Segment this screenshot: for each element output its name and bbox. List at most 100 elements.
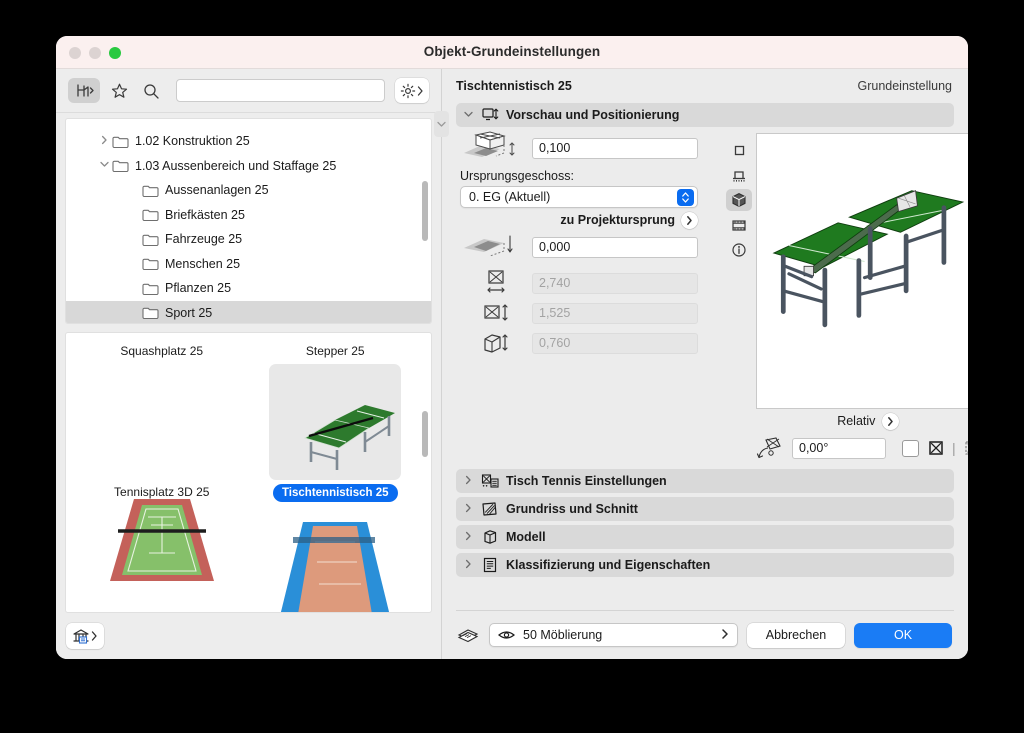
section-label: Grundriss und Schnitt: [506, 502, 638, 516]
section-header-model[interactable]: Modell: [456, 525, 954, 549]
relative-label: Relativ: [837, 414, 875, 428]
rotation-input[interactable]: 0,00°: [792, 438, 886, 459]
tree-item[interactable]: Menschen 25: [66, 252, 431, 277]
tree-item[interactable]: Pflanzen 25: [66, 276, 431, 301]
search-icon[interactable]: [138, 78, 164, 103]
home-story-select[interactable]: 0. EG (Aktuell): [460, 186, 698, 208]
section-header-classification[interactable]: Klassifizierung und Eigenschaften: [456, 553, 954, 577]
tree-item[interactable]: Fahrzeuge 25: [66, 227, 431, 252]
symbol-2d-icon[interactable]: [726, 139, 752, 161]
tree-item[interactable]: Aussenanlagen 25: [66, 178, 431, 203]
star-icon[interactable]: [106, 78, 132, 103]
rotation-angle-icon: [756, 440, 784, 457]
panel-collapse-handle[interactable]: [434, 111, 449, 137]
filmstrip-icon[interactable]: [726, 214, 752, 236]
home-story-value: 0. EG (Aktuell): [469, 190, 550, 204]
chevron-right-icon[interactable]: [96, 135, 112, 148]
preview-position-content: 0,100 Ursprungsgeschoss: 0. EG (Aktuell): [456, 133, 954, 463]
track-thumbnail: [269, 502, 401, 613]
mirror-checkbox[interactable]: [902, 440, 919, 457]
3d-preview-canvas[interactable]: [756, 133, 968, 409]
furniture-browse-icon[interactable]: [68, 78, 100, 103]
elevation-to-story-icon: [460, 131, 532, 165]
preview-position-icon: [480, 107, 499, 124]
preview-main: Relativ: [756, 133, 968, 463]
object-settings-window: Objekt-Grundeinstellungen: [56, 36, 968, 659]
tennis-court-thumbnail: [96, 505, 228, 613]
floorplan-section-icon: [480, 501, 499, 518]
folder-tree-container[interactable]: 1.02 Konstruktion 251.03 Aussenbereich u…: [65, 118, 432, 324]
section-header-table-tennis-settings[interactable]: Tisch Tennis Einstellungen: [456, 469, 954, 493]
thumbnail-cell[interactable]: Tennisplatz 3D 25: [82, 480, 242, 613]
chevron-down-icon[interactable]: [96, 160, 112, 171]
window-title: Objekt-Grundeinstellungen: [56, 44, 968, 59]
layer-select[interactable]: 50 Möblierung: [489, 623, 738, 647]
chevron-right-icon[interactable]: [681, 212, 698, 229]
tree-item-label: Fahrzeuge 25: [165, 232, 242, 246]
tree-item[interactable]: 1.02 Konstruktion 25: [66, 129, 431, 154]
preview-area: Relativ: [722, 133, 968, 463]
height-row: 1,525: [460, 298, 698, 328]
depth-dimension-icon: [460, 330, 532, 356]
stepper-arrows-icon[interactable]: [677, 189, 694, 206]
tree-item-label: Pflanzen 25: [165, 281, 231, 295]
folder-icon: [142, 233, 159, 246]
anchor-point-dashed-icon[interactable]: [964, 440, 968, 457]
search-input[interactable]: [176, 79, 385, 102]
chevron-right-icon: [463, 531, 473, 544]
3d-view-icon[interactable]: [726, 189, 752, 211]
window-body: 1.02 Konstruktion 251.03 Aussenbereich u…: [56, 69, 968, 659]
model-cube-icon: [480, 529, 499, 546]
gear-icon[interactable]: [395, 78, 429, 103]
elevation-to-story-input[interactable]: 0,100: [532, 138, 698, 159]
settings-header: Tischtennistisch 25 Grundeinstellung: [442, 69, 968, 103]
project-origin-label: zu Projektursprung: [560, 213, 675, 227]
dialog-footer: 50 Möblierung Abbrechen OK: [442, 611, 968, 659]
cancel-button[interactable]: Abbrechen: [747, 623, 845, 648]
folder-tree: 1.02 Konstruktion 251.03 Aussenbereich u…: [66, 119, 431, 324]
tree-item[interactable]: Briefkästen 25: [66, 203, 431, 228]
elevation-view-icon[interactable]: [726, 164, 752, 186]
elevation-to-project-origin-icon: [460, 234, 532, 260]
project-origin-row[interactable]: zu Projektursprung: [460, 208, 698, 232]
chevron-right-icon[interactable]: [882, 413, 899, 430]
chevron-right-icon[interactable]: [721, 628, 729, 643]
tree-item[interactable]: 1.03 Aussenbereich und Staffage 25: [66, 154, 431, 179]
thumbnail-cell[interactable]: Tischtennistisch 25: [256, 480, 416, 613]
thumbnail-cell[interactable]: Stepper 25: [256, 339, 416, 480]
tree-item[interactable]: Sport 25: [66, 301, 431, 325]
browser-toolbar: [56, 69, 441, 113]
depth-input[interactable]: 0,760: [532, 333, 698, 354]
thumbnail-cell[interactable]: Squashplatz 25: [82, 339, 242, 480]
layer-stack-icon[interactable]: [456, 627, 480, 644]
thumbnail-label-selected: Tischtennistisch 25: [273, 484, 398, 502]
squash-court-thumbnail: [96, 364, 228, 480]
thumbnails-scrollbar[interactable]: [422, 411, 428, 457]
height-input[interactable]: 1,525: [532, 303, 698, 324]
width-input[interactable]: 2,740: [532, 273, 698, 294]
elevation-to-story-row: 0,100: [460, 133, 698, 163]
relative-control[interactable]: Relativ: [756, 409, 968, 433]
table-tennis-thumbnail: [269, 364, 401, 480]
positioning-fields: 0,100 Ursprungsgeschoss: 0. EG (Aktuell): [456, 133, 698, 463]
ok-button[interactable]: OK: [854, 623, 952, 648]
project-origin-input[interactable]: 0,000: [532, 237, 698, 258]
library-browser-panel: 1.02 Konstruktion 251.03 Aussenbereich u…: [56, 69, 442, 659]
anchor-point-icon[interactable]: [927, 440, 944, 457]
settings-panel: Tischtennistisch 25 Grundeinstellung Vor…: [442, 69, 968, 659]
table-tennis-3d-preview: [757, 134, 968, 408]
rotation-row: 0,00° |: [756, 433, 968, 463]
tree-scrollbar[interactable]: [422, 181, 428, 241]
table-tennis-settings-icon: [480, 473, 499, 490]
section-header-floorplan-section[interactable]: Grundriss und Schnitt: [456, 497, 954, 521]
object-thumbnail-browser[interactable]: Squashplatz 25 Stepper 25: [65, 332, 432, 613]
eye-icon: [498, 627, 515, 644]
chevron-right-icon: [463, 475, 473, 488]
folder-icon: [142, 257, 159, 270]
library-manager-icon[interactable]: [66, 623, 104, 649]
section-header-preview-position[interactable]: Vorschau und Positionierung: [456, 103, 954, 127]
section-label: Modell: [506, 530, 546, 544]
info-icon[interactable]: [726, 239, 752, 261]
tree-item-label: Sport 25: [165, 306, 212, 320]
page-title: Tischtennistisch 25: [456, 79, 572, 93]
